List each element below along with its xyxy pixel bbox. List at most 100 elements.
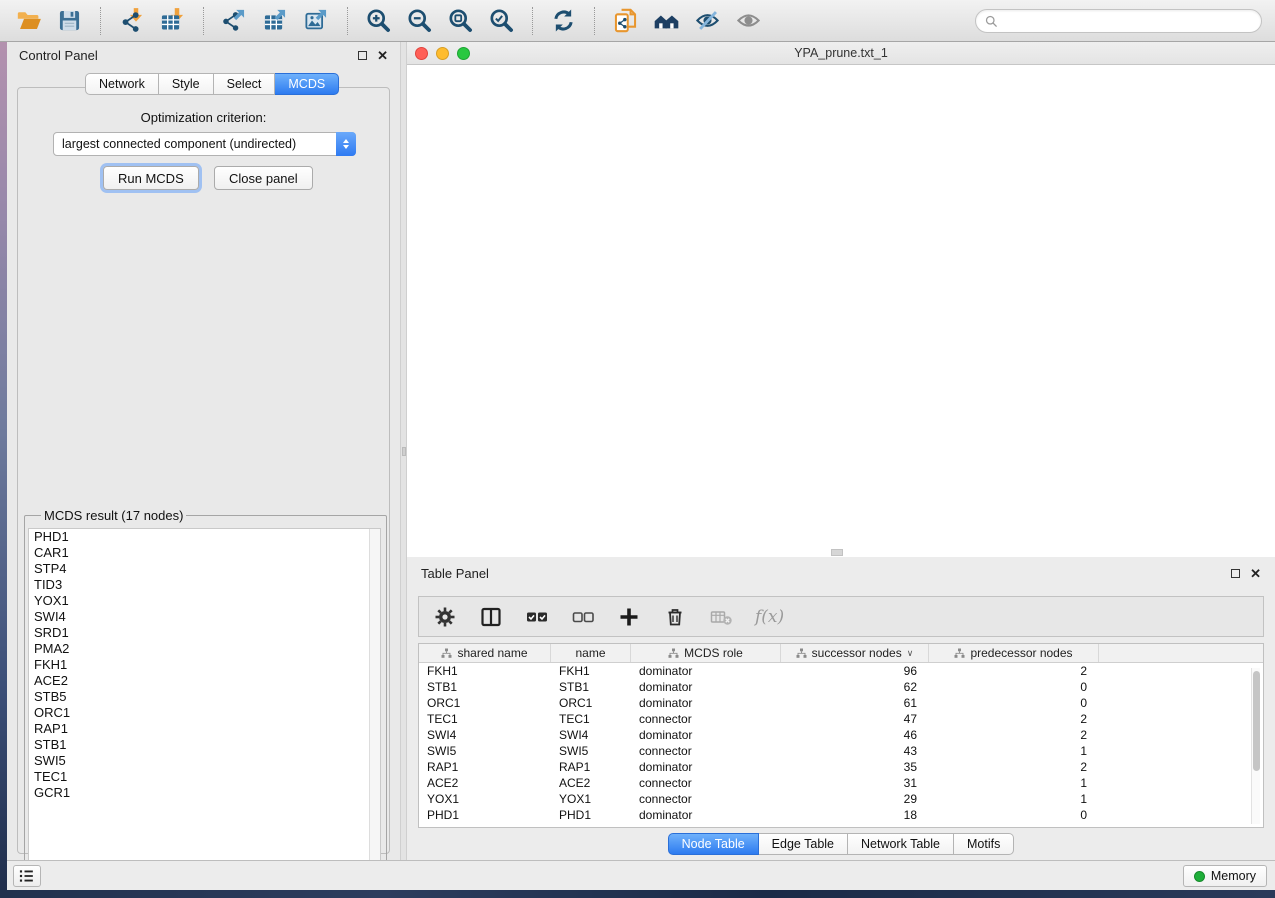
horizontal-splitter-grip[interactable] [831,549,843,556]
hide-eye-icon[interactable] [689,5,726,37]
mcds-result-item[interactable]: ACE2 [29,673,380,689]
mcds-result-item[interactable]: SWI5 [29,753,380,769]
mcds-result-item[interactable]: CAR1 [29,545,380,561]
share-document-icon[interactable] [607,5,644,37]
splitter-grip[interactable] [402,447,406,456]
mcds-result-item[interactable]: SWI4 [29,609,380,625]
cell-predecessor-nodes: 2 [929,760,1099,774]
export-network-icon[interactable] [216,5,253,37]
export-image-icon[interactable] [298,5,335,37]
mcds-result-item[interactable]: YOX1 [29,593,380,609]
mcds-result-item[interactable]: GCR1 [29,785,380,801]
tab-mcds[interactable]: MCDS [275,73,339,95]
table-row[interactable]: SWI4SWI4dominator462 [419,727,1263,743]
float-table-panel-icon[interactable] [1231,569,1240,578]
mcds-result-item[interactable]: FKH1 [29,657,380,673]
cell-predecessor-nodes: 1 [929,792,1099,806]
table-row[interactable]: TEC1TEC1connector472 [419,711,1263,727]
tab-select[interactable]: Select [214,73,276,95]
cell-successor-nodes: 31 [781,776,929,790]
mcds-result-item[interactable]: ORC1 [29,705,380,721]
select-stepper-icon [336,132,356,156]
network-window-titlebar[interactable]: YPA_prune.txt_1 [407,42,1275,65]
control-panel-tabs: NetworkStyleSelectMCDS [85,73,339,95]
tab-network[interactable]: Network [85,73,159,95]
tab-node-table[interactable]: Node Table [668,833,759,855]
mcds-list-scrollbar[interactable] [369,529,380,877]
tab-network-table[interactable]: Network Table [848,833,954,855]
task-history-button[interactable] [13,865,41,887]
table-row[interactable]: ORC1ORC1dominator610 [419,695,1263,711]
cell-successor-nodes: 35 [781,760,929,774]
table-row[interactable]: FKH1FKH1dominator962 [419,663,1263,679]
table-row[interactable]: PHD1PHD1dominator180 [419,807,1263,823]
zoom-out-icon[interactable] [401,5,438,37]
show-eye-icon[interactable] [730,5,767,37]
table-row[interactable]: SWI5SWI5connector431 [419,743,1263,759]
close-table-panel-icon[interactable]: ✕ [1250,569,1261,578]
delete-column-icon[interactable] [663,602,687,632]
deselect-all-icon[interactable] [571,602,595,632]
mcds-result-item[interactable]: STP4 [29,561,380,577]
fx-label: f(x) [755,607,784,627]
mcds-result-groupbox: MCDS result (17 nodes) PHD1CAR1STP4TID3Y… [24,508,387,876]
optimization-criterion-select[interactable]: largest connected component (undirected) [53,132,356,156]
mcds-result-item[interactable]: TID3 [29,577,380,593]
cell-name: SWI4 [551,728,631,742]
vertical-splitter[interactable] [400,42,407,860]
run-mcds-button[interactable]: Run MCDS [103,166,199,190]
mcds-result-list[interactable]: PHD1CAR1STP4TID3YOX1SWI4SRD1PMA2FKH1ACE2… [28,528,381,878]
mcds-result-item[interactable]: SRD1 [29,625,380,641]
float-panel-icon[interactable] [358,51,367,60]
zoom-selected-icon[interactable] [483,5,520,37]
mcds-result-item[interactable]: TEC1 [29,769,380,785]
network-canvas[interactable] [407,65,1275,557]
table-scrollbar[interactable] [1251,668,1260,824]
memory-button[interactable]: Memory [1183,865,1267,887]
zoom-fit-icon[interactable] [442,5,479,37]
table-scrollbar-thumb[interactable] [1253,671,1260,771]
refresh-layout-icon[interactable] [545,5,582,37]
column-header-predecessor-nodes[interactable]: predecessor nodes [929,644,1099,662]
mcds-result-item[interactable]: STB1 [29,737,380,753]
mcds-result-item[interactable]: RAP1 [29,721,380,737]
column-header-name[interactable]: name [551,644,631,662]
homes-icon[interactable] [648,5,685,37]
split-columns-icon[interactable] [479,602,503,632]
close-panel-button[interactable]: Close panel [214,166,313,190]
table-row[interactable]: STB1STB1dominator620 [419,679,1263,695]
column-header-shared-name[interactable]: shared name [419,644,551,662]
tab-edge-table[interactable]: Edge Table [759,833,848,855]
cell-successor-nodes: 46 [781,728,929,742]
cell-MCDS-role: connector [631,712,781,726]
cell-MCDS-role: dominator [631,808,781,822]
cell-successor-nodes: 61 [781,696,929,710]
mcds-result-item[interactable]: PHD1 [29,529,380,545]
column-header-MCDS-role[interactable]: MCDS role [631,644,781,662]
table-row[interactable]: RAP1RAP1dominator352 [419,759,1263,775]
search-box[interactable] [975,9,1262,33]
cell-shared-name: RAP1 [419,760,551,774]
mcds-result-item[interactable]: STB5 [29,689,380,705]
tab-style[interactable]: Style [159,73,214,95]
column-header-successor-nodes[interactable]: successor nodes∨ [781,644,929,662]
search-input[interactable] [1004,13,1253,29]
save-session-icon[interactable] [51,5,88,37]
mcds-result-item[interactable]: PMA2 [29,641,380,657]
cell-predecessor-nodes: 2 [929,664,1099,678]
tab-motifs[interactable]: Motifs [954,833,1014,855]
export-table-icon[interactable] [257,5,294,37]
table-row[interactable]: ACE2ACE2connector311 [419,775,1263,791]
table-row[interactable]: YOX1YOX1connector291 [419,791,1263,807]
cell-successor-nodes: 43 [781,744,929,758]
zoom-in-icon[interactable] [360,5,397,37]
open-file-icon[interactable] [10,5,47,37]
gear-icon[interactable] [433,602,457,632]
select-all-icon[interactable] [525,602,549,632]
cell-name: SWI5 [551,744,631,758]
import-table-icon[interactable] [154,5,191,37]
cell-name: ORC1 [551,696,631,710]
close-panel-icon[interactable]: ✕ [377,51,388,60]
add-column-icon[interactable] [617,602,641,632]
import-network-icon[interactable] [113,5,150,37]
